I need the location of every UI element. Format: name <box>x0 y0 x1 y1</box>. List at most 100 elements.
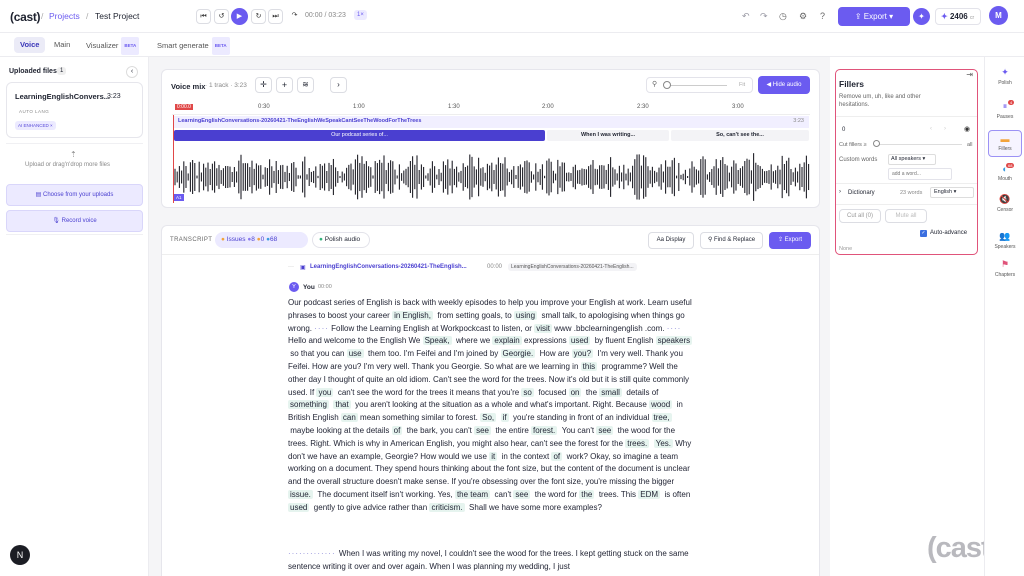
zoom-fit[interactable]: Fit <box>739 82 745 88</box>
transcript-paragraph-2[interactable]: ············· When I was writing my nove… <box>288 548 694 576</box>
language-select[interactable]: English ▾ <box>930 187 974 198</box>
expand-icon[interactable]: › <box>330 77 347 93</box>
tools-rail: ✦ Polish ⏸ Pauses 4 ▬ Fillers ◐ Mouth 68 🔇 Cens… <box>984 57 1024 576</box>
speed-button[interactable]: 1× <box>354 10 367 20</box>
history-icon[interactable]: ◷ <box>779 11 787 22</box>
mouth-icon: ◐ <box>1002 164 1008 174</box>
none-label: None <box>839 246 853 252</box>
play-button[interactable]: ▶ <box>231 8 248 25</box>
rail-speakers[interactable]: 👥 Speakers <box>988 231 1022 250</box>
export-button[interactable]: ⇪ Export ▾ <box>838 7 910 26</box>
time-mark: 3:00 <box>732 104 744 110</box>
time-mark: 2:30 <box>637 104 649 110</box>
beta-badge: BETA <box>211 37 230 55</box>
track-bar[interactable]: LearningEnglishConversations-20260421-Th… <box>174 116 809 128</box>
tag-lang: LANG <box>35 109 50 114</box>
remove-tag-icon[interactable]: × <box>50 123 53 128</box>
zoom-slider-handle[interactable] <box>663 81 671 89</box>
sparkle-icon: ✦ <box>1001 67 1009 77</box>
divider <box>836 116 977 117</box>
redo-loop-icon[interactable]: ↷ <box>287 9 302 24</box>
prev-icon[interactable]: ‹ <box>930 126 932 132</box>
transcript-export-button[interactable]: ⇪ Export <box>769 232 811 249</box>
transcript-file-header[interactable]: LearningEnglishConversations-20260421-Th… <box>310 264 467 270</box>
track-end: 3:23 <box>793 118 804 124</box>
time-mark: 1:00 <box>353 104 365 110</box>
rail-censor[interactable]: 🔇 Censor <box>988 194 1022 213</box>
rail-fillers[interactable]: ▬ Fillers <box>988 130 1022 157</box>
panel-expand-icon[interactable]: ⇥ <box>966 70 973 79</box>
user-avatar[interactable]: M <box>989 6 1008 25</box>
polish-dot-icon: ● <box>319 236 323 243</box>
help-avatar[interactable]: N <box>10 545 30 565</box>
split-icon[interactable]: ✛ <box>255 77 272 93</box>
add-track-button[interactable]: + <box>276 77 293 93</box>
add-word-input[interactable] <box>888 168 952 180</box>
tab-smart-generate[interactable]: Smart generate BETA <box>151 37 236 55</box>
rail-pauses[interactable]: ⏸ Pauses 4 <box>988 100 1022 120</box>
auto-advance-checkbox[interactable]: ✓ <box>920 230 927 237</box>
record-voice-button[interactable]: 🎙 Record voice <box>6 210 143 232</box>
speaker-name[interactable]: You <box>303 284 315 291</box>
tab-visualizer[interactable]: Visualizer BETA <box>80 37 145 55</box>
display-button[interactable]: Aa Display <box>648 232 694 249</box>
tab-main[interactable]: Main <box>48 37 76 53</box>
undo-icon[interactable]: ↶ <box>742 11 750 22</box>
speaker-avatar[interactable]: Y <box>289 282 299 292</box>
issues-filter[interactable]: ● Issues ●8 ●0 ●68 <box>215 232 308 248</box>
tab-voice[interactable]: Voice <box>14 37 46 53</box>
zoom-control[interactable]: ⚲ Fit <box>646 77 753 93</box>
chapter-segment[interactable]: Our podcast series of... <box>174 130 545 141</box>
rail-speakers-label: Speakers <box>994 244 1016 250</box>
speakers-select[interactable]: All speakers ▾ <box>888 154 936 165</box>
project-name[interactable]: Test Project <box>95 11 139 21</box>
skip-start-icon[interactable]: ⏮ <box>196 9 211 24</box>
credits-unit: cr <box>969 15 975 21</box>
file-card[interactable]: LearningEnglishConvers... 3:23 AUTO LANG… <box>6 82 143 138</box>
collapse-icon[interactable]: ‹ <box>126 66 138 78</box>
dictionary-chevron-icon[interactable]: › <box>839 189 841 195</box>
waveform[interactable] <box>174 150 810 204</box>
redo-icon[interactable]: ↷ <box>760 11 768 22</box>
ai-assistant-icon[interactable]: ✦ <box>913 8 930 25</box>
auto-advance-label[interactable]: Auto-advance <box>930 230 967 236</box>
cut-all-button[interactable]: Cut all (0) <box>839 209 881 223</box>
rewind-icon[interactable]: ↺ <box>214 9 229 24</box>
eye-icon[interactable]: ◉ <box>964 125 970 133</box>
breadcrumb-projects[interactable]: Projects <box>49 11 80 21</box>
chapter-segment[interactable]: When I was writing... <box>547 130 669 141</box>
find-replace-button[interactable]: ⚲ Find & Replace <box>700 232 763 249</box>
choose-uploads-button[interactable]: ▤ Choose from your uploads <box>6 184 143 206</box>
pause-marker[interactable]: ············· <box>288 549 339 558</box>
export-icon: ⇪ <box>777 237 785 243</box>
credits-value: 2406 <box>949 12 968 21</box>
polish-audio-button[interactable]: ● Polish audio <box>312 232 370 248</box>
rail-mouth[interactable]: ◐ Mouth 68 <box>988 163 1022 182</box>
next-icon[interactable]: › <box>944 126 946 132</box>
chevron-down-icon: ▾ <box>922 156 926 162</box>
rail-fillers-label: Fillers <box>998 146 1012 152</box>
export-label: Export <box>863 12 887 21</box>
file-chip[interactable]: LearningEnglishConversations-20260421-Th… <box>508 263 637 271</box>
credits-badge[interactable]: ✦ 2406 cr <box>935 8 981 25</box>
issues-count-pauses: 8 <box>251 236 255 243</box>
skip-end-icon[interactable]: ⏭ <box>268 9 283 24</box>
rail-polish[interactable]: ✦ Polish <box>988 67 1022 86</box>
settings-icon[interactable]: ⚙ <box>799 11 807 22</box>
app-logo[interactable]: (cast) <box>10 10 41 24</box>
transcript-paragraph[interactable]: Our podcast series of English is back wi… <box>288 297 694 515</box>
hide-audio-label: Hide audio <box>772 82 802 88</box>
cut-slider-handle[interactable] <box>873 140 880 147</box>
cut-fillers-value: all <box>967 142 973 148</box>
hide-audio-button[interactable]: ◀ Hide audio <box>758 76 810 94</box>
time-mark: 0:30 <box>258 104 270 110</box>
layers-icon[interactable]: ≋ <box>297 77 314 93</box>
help-icon[interactable]: ? <box>820 11 825 21</box>
timeline-ruler[interactable]: 0:00.0 0:30 1:00 1:30 2:00 2:30 3:00 <box>172 101 810 115</box>
find-replace-label: Find & Replace <box>714 237 756 243</box>
rail-chapters[interactable]: ⚑ Chapters <box>988 259 1022 278</box>
mute-all-button[interactable]: Mute all <box>885 209 927 223</box>
dictionary-label[interactable]: Dictionary <box>848 190 875 196</box>
chapter-segment[interactable]: So, can't see the... <box>671 130 809 141</box>
forward-icon[interactable]: ↻ <box>251 9 266 24</box>
